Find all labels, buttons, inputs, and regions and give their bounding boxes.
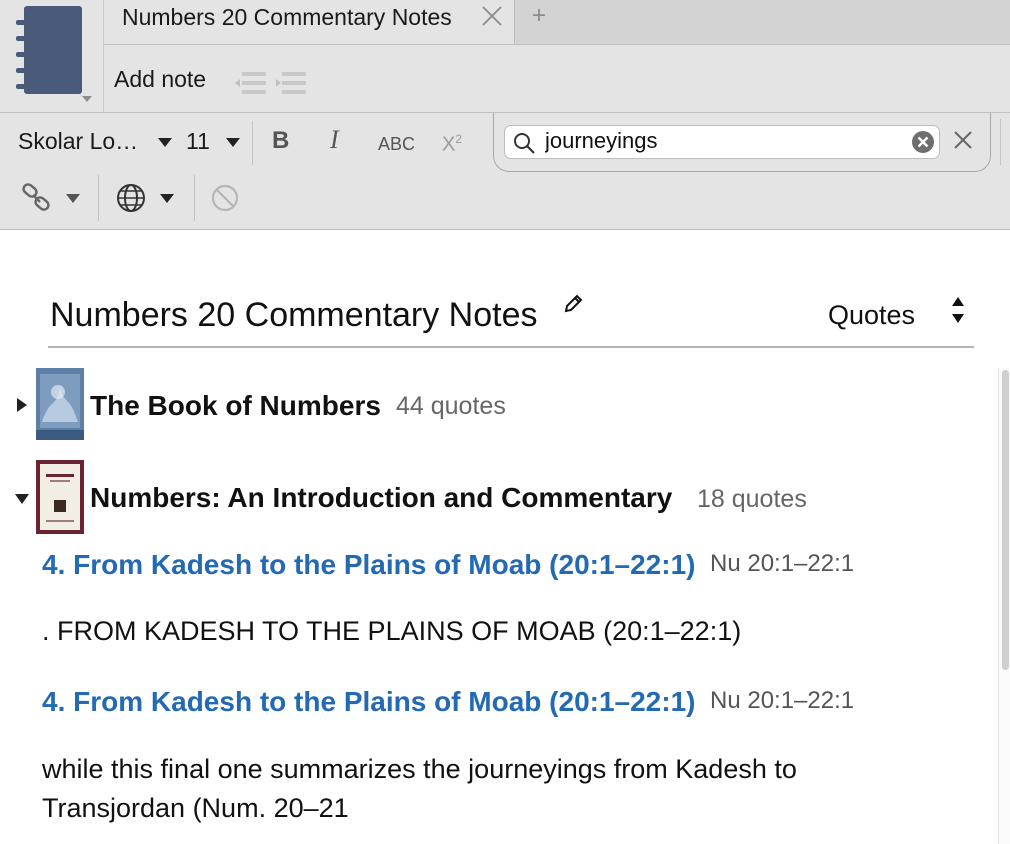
- chevron-down-icon[interactable]: [66, 194, 80, 203]
- tab-title: Numbers 20 Commentary Notes: [122, 4, 452, 30]
- close-search-icon[interactable]: [950, 127, 976, 153]
- notebook-icon[interactable]: [14, 6, 84, 96]
- superscript-button[interactable]: X2: [442, 132, 462, 157]
- link-icon[interactable]: [20, 181, 54, 215]
- scrollbar[interactable]: [998, 368, 1010, 844]
- divider: [98, 175, 99, 221]
- search-icon: [511, 130, 537, 156]
- add-note-button[interactable]: Add note: [114, 66, 206, 93]
- italic-button[interactable]: I: [330, 125, 339, 155]
- quote-count: 44 quotes: [396, 392, 506, 420]
- outdent-icon: [235, 72, 266, 94]
- chevron-down-icon[interactable]: [160, 194, 174, 203]
- book-title[interactable]: Numbers: An Introduction and Commentary: [90, 482, 672, 514]
- globe-icon[interactable]: [114, 181, 148, 215]
- format-toolbar: Skolar Lo… 11 B I ABC X2: [0, 112, 1010, 230]
- search-box[interactable]: [504, 125, 940, 159]
- chevron-down-icon[interactable]: [226, 138, 240, 147]
- font-size-select[interactable]: 11: [186, 128, 210, 155]
- book-cover-image: [36, 368, 84, 440]
- book-cover-image: [36, 460, 84, 534]
- indent-icon: [276, 72, 306, 94]
- tab-notes[interactable]: Numbers 20 Commentary Notes: [104, 0, 515, 44]
- small-caps-button[interactable]: ABC: [378, 134, 415, 155]
- scroll-thumb[interactable]: [1002, 370, 1009, 670]
- expand-toggle[interactable]: [17, 398, 27, 412]
- ban-icon[interactable]: [208, 181, 242, 215]
- search-panel: [493, 113, 991, 172]
- divider: [194, 175, 195, 221]
- quote-reference[interactable]: Nu 20:1–22:1: [710, 550, 854, 578]
- top-bar: Numbers 20 Commentary Notes + Add note: [0, 0, 1010, 112]
- quote-heading-link[interactable]: 4. From Kadesh to the Plains of Moab (20…: [42, 549, 695, 581]
- sort-select[interactable]: Quotes: [828, 300, 915, 331]
- divider: [252, 121, 253, 165]
- sort-icon[interactable]: [948, 294, 968, 326]
- bold-button[interactable]: B: [272, 127, 289, 155]
- pencil-icon[interactable]: [562, 292, 586, 316]
- chevron-down-icon[interactable]: [158, 138, 172, 147]
- quote-count: 18 quotes: [697, 485, 807, 513]
- tab-strip: Numbers 20 Commentary Notes +: [104, 0, 1010, 45]
- clear-search-icon[interactable]: [911, 130, 935, 154]
- superscript-base: X: [442, 133, 456, 156]
- add-tab-button[interactable]: +: [532, 2, 546, 30]
- notebook-menu-caret[interactable]: [82, 96, 92, 102]
- divider: [1000, 119, 1001, 165]
- quote-text: . FROM KADESH TO THE PLAINS OF MOAB (20:…: [42, 616, 742, 646]
- page-title[interactable]: Numbers 20 Commentary Notes: [50, 296, 538, 335]
- superscript-mark: 2: [455, 132, 463, 146]
- close-icon[interactable]: [480, 4, 504, 28]
- quote-text: while this final one summarizes the jour…: [42, 754, 797, 823]
- search-input[interactable]: [545, 128, 905, 154]
- quote-heading-link[interactable]: 4. From Kadesh to the Plains of Moab (20…: [42, 686, 695, 718]
- collapse-toggle[interactable]: [15, 494, 29, 504]
- book-title[interactable]: The Book of Numbers: [90, 390, 381, 422]
- font-family-select[interactable]: Skolar Lo…: [18, 128, 138, 155]
- quote-reference[interactable]: Nu 20:1–22:1: [710, 687, 854, 715]
- divider: [48, 346, 974, 348]
- indent-outdent-controls: [232, 68, 308, 98]
- notes-panel: Numbers 20 Commentary Notes Quotes The B…: [0, 230, 1010, 844]
